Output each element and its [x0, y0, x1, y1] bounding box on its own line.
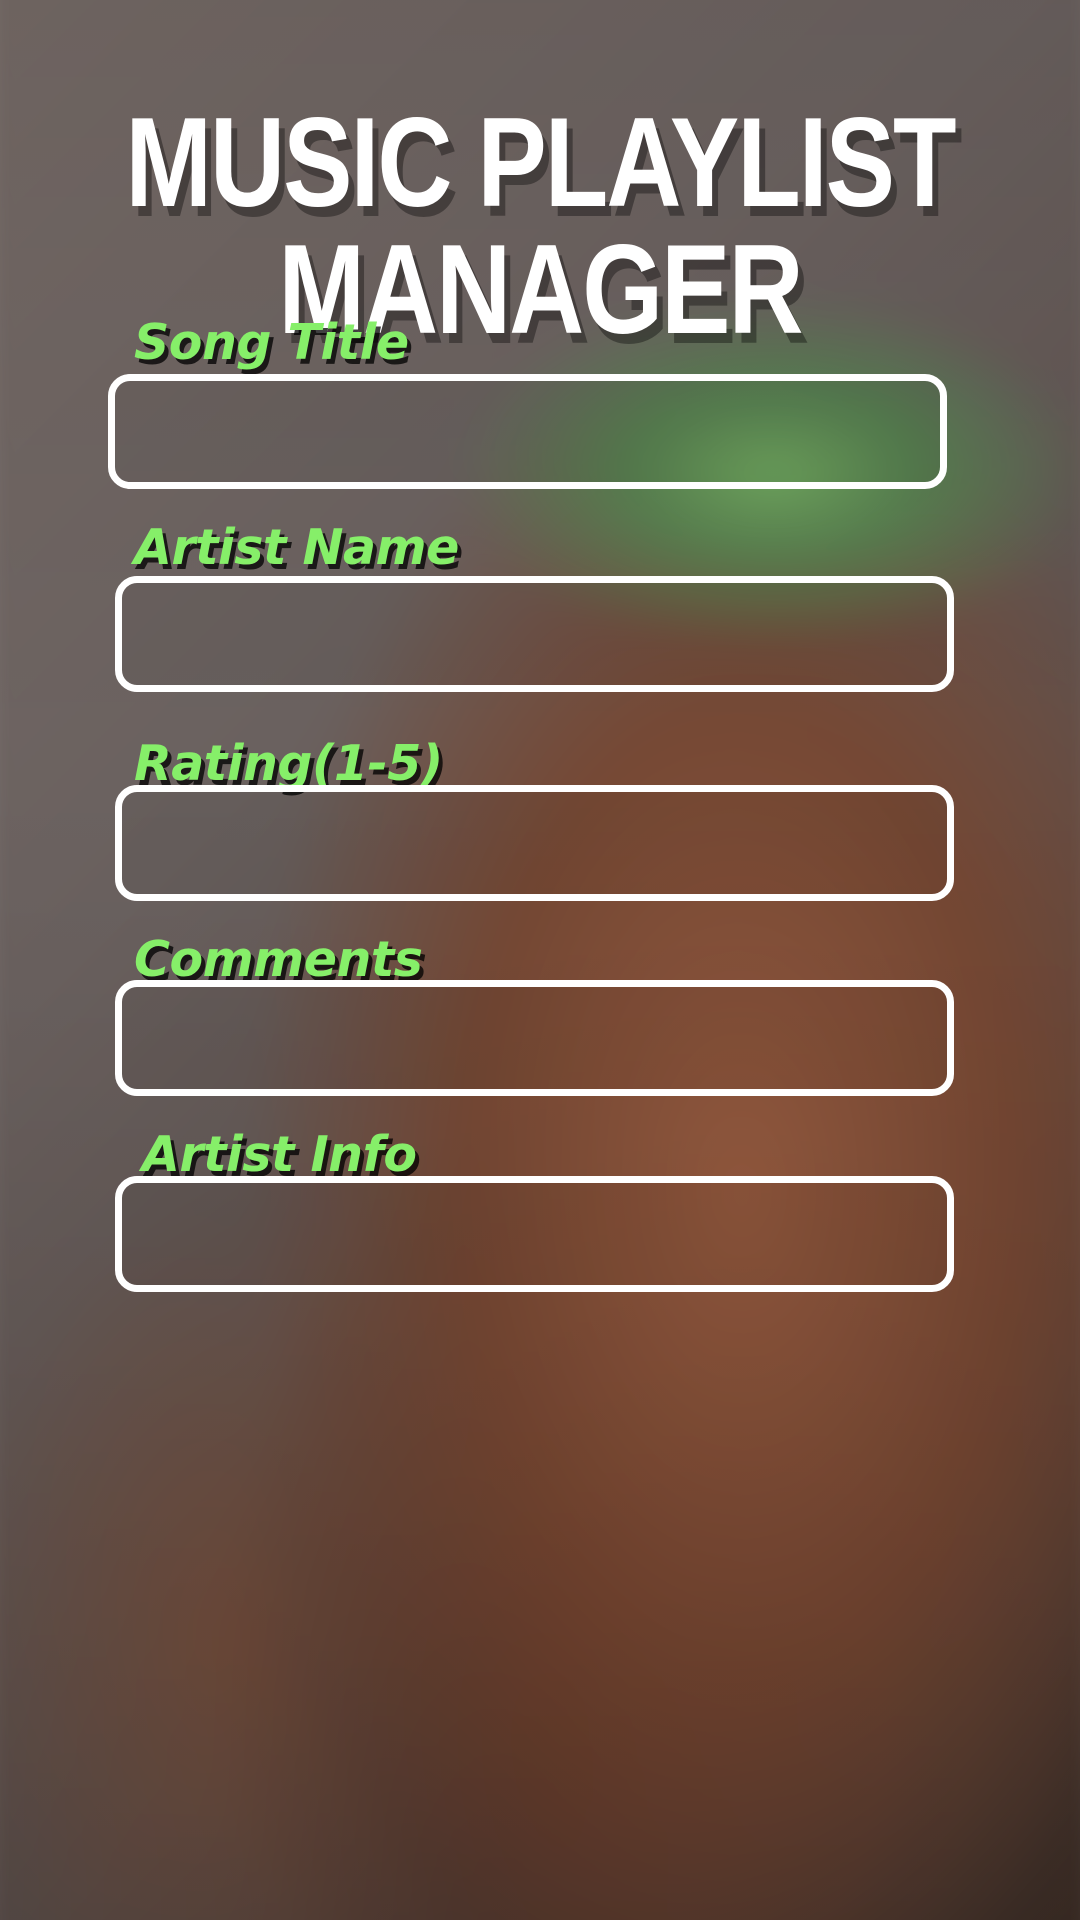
artist-name-field[interactable]	[115, 576, 954, 692]
comments-input[interactable]	[122, 987, 947, 1089]
artist-info-label: Artist Info	[142, 1126, 417, 1183]
artist-info-field[interactable]	[115, 1176, 954, 1292]
artist-name-input[interactable]	[122, 583, 947, 685]
rating-field[interactable]	[115, 785, 954, 901]
song-title-field[interactable]	[108, 374, 947, 489]
comments-field[interactable]	[115, 980, 954, 1096]
artist-info-input[interactable]	[122, 1183, 947, 1285]
song-title-input[interactable]	[115, 381, 940, 482]
song-title-label: Song Title	[134, 314, 409, 371]
rating-input[interactable]	[122, 792, 947, 894]
artist-name-label: Artist Name	[134, 519, 459, 576]
playlist-form: Song Title Artist Name Rating(1-5) Comme…	[0, 0, 1080, 1920]
comments-label: Comments	[134, 931, 423, 988]
rating-label: Rating(1-5)	[134, 735, 443, 792]
